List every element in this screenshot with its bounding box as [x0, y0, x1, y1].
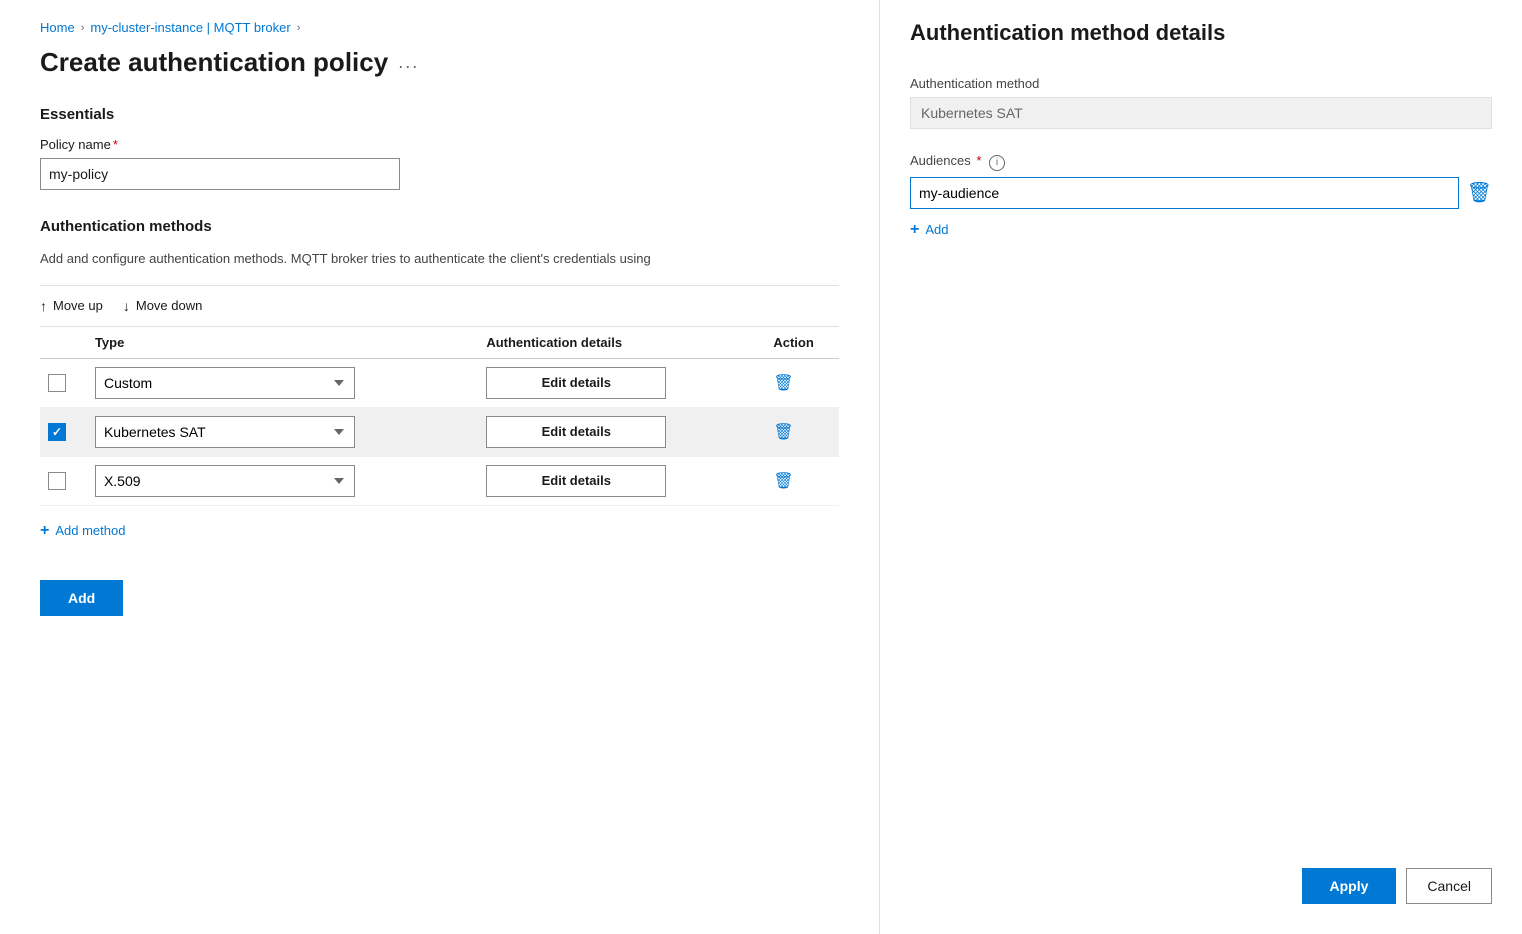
policy-name-label: Policy name*: [40, 137, 839, 152]
move-buttons-row: ↑ Move up ↓ Move down: [40, 298, 839, 314]
left-panel: Home › my-cluster-instance | MQTT broker…: [0, 0, 880, 934]
auth-method-display: Kubernetes SAT: [910, 97, 1492, 129]
row3-checkbox-cell: [40, 456, 87, 505]
table-row: Custom Kubernetes SAT X.509 Edit details…: [40, 456, 839, 505]
move-up-icon: ↑: [40, 298, 47, 314]
breadcrumb-cluster[interactable]: my-cluster-instance | MQTT broker: [90, 20, 290, 35]
row1-action-cell: 🗑: [765, 358, 839, 407]
row3-action-cell: 🗑: [765, 456, 839, 505]
col-checkbox: [40, 327, 87, 359]
policy-name-input[interactable]: [40, 158, 400, 190]
chevron-icon-2: ›: [297, 22, 301, 34]
auth-description: Add and configure authentication methods…: [40, 249, 839, 269]
move-down-icon: ↓: [123, 298, 130, 314]
auth-table: Type Authentication details Action Custo…: [40, 327, 839, 506]
row2-checkbox-cell: [40, 407, 87, 456]
row3-details-cell: Edit details: [478, 456, 765, 505]
page-title-row: Create authentication policy ...: [40, 47, 839, 78]
auth-methods-title: Authentication methods: [40, 218, 839, 235]
audiences-row: 🗑: [910, 177, 1492, 209]
row2-type-cell: Custom Kubernetes SAT X.509: [87, 407, 478, 456]
row3-checkbox[interactable]: [48, 472, 66, 490]
row1-type-cell: Custom Kubernetes SAT X.509: [87, 358, 478, 407]
row3-edit-button[interactable]: Edit details: [486, 465, 666, 497]
essentials-title: Essentials: [40, 106, 839, 123]
row3-type-select[interactable]: Custom Kubernetes SAT X.509: [95, 465, 355, 497]
right-panel-footer: Apply Cancel: [1302, 868, 1492, 904]
row2-edit-button[interactable]: Edit details: [486, 416, 666, 448]
audiences-label-row: Audiences * i: [910, 153, 1492, 171]
plus-icon: +: [40, 522, 49, 540]
breadcrumb-home[interactable]: Home: [40, 20, 75, 35]
more-options-button[interactable]: ...: [398, 52, 419, 73]
audiences-info-icon[interactable]: i: [989, 155, 1005, 171]
essentials-section: Essentials Policy name*: [40, 106, 839, 190]
row1-checkbox[interactable]: [48, 374, 66, 392]
row1-type-select[interactable]: Custom Kubernetes SAT X.509: [95, 367, 355, 399]
add-audience-button[interactable]: + Add: [910, 221, 948, 239]
page-title: Create authentication policy: [40, 47, 388, 78]
row2-action-cell: 🗑: [765, 407, 839, 456]
row2-delete-button[interactable]: 🗑: [773, 422, 793, 442]
right-panel-title: Authentication method details: [910, 20, 1492, 46]
add-audience-plus-icon: +: [910, 221, 919, 239]
auth-method-label: Authentication method: [910, 76, 1492, 91]
breadcrumb: Home › my-cluster-instance | MQTT broker…: [40, 20, 839, 35]
row3-delete-button[interactable]: 🗑: [773, 471, 793, 491]
row1-checkbox-cell: [40, 358, 87, 407]
move-up-button[interactable]: ↑ Move up: [40, 298, 103, 314]
row3-type-cell: Custom Kubernetes SAT X.509: [87, 456, 478, 505]
divider-top: [40, 285, 839, 286]
col-action: Action: [765, 327, 839, 359]
move-down-button[interactable]: ↓ Move down: [123, 298, 202, 314]
cancel-button[interactable]: Cancel: [1406, 868, 1492, 904]
row2-type-select[interactable]: Custom Kubernetes SAT X.509: [95, 416, 355, 448]
col-auth-details: Authentication details: [478, 327, 765, 359]
add-method-button[interactable]: + Add method: [40, 522, 125, 540]
chevron-icon-1: ›: [81, 22, 85, 34]
apply-button[interactable]: Apply: [1302, 868, 1397, 904]
auth-methods-section: Authentication methods Add and configure…: [40, 218, 839, 540]
add-main-button[interactable]: Add: [40, 580, 123, 616]
audiences-delete-button[interactable]: 🗑: [1467, 180, 1492, 205]
table-row: Custom Kubernetes SAT X.509 Edit details…: [40, 407, 839, 456]
col-type: Type: [87, 327, 478, 359]
row1-edit-button[interactable]: Edit details: [486, 367, 666, 399]
row2-details-cell: Edit details: [478, 407, 765, 456]
table-row: Custom Kubernetes SAT X.509 Edit details…: [40, 358, 839, 407]
row2-checkbox[interactable]: [48, 423, 66, 441]
row1-delete-button[interactable]: 🗑: [773, 373, 793, 393]
row1-details-cell: Edit details: [478, 358, 765, 407]
audiences-input[interactable]: [910, 177, 1459, 209]
right-panel: Authentication method details Authentica…: [880, 0, 1522, 934]
